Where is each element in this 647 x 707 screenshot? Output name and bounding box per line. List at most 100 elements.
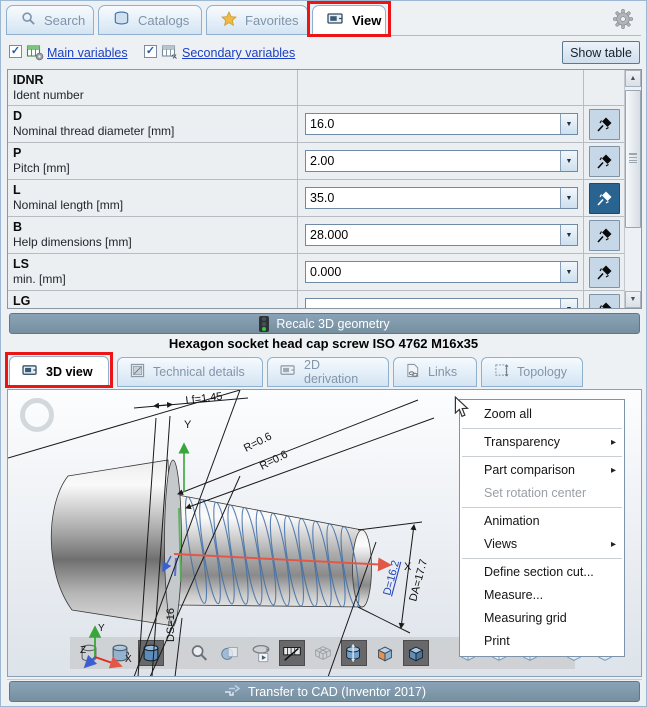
combo-dropdown-icon[interactable]: ▼	[560, 299, 577, 308]
search-icon	[21, 11, 36, 29]
view-icon	[327, 12, 344, 29]
value-combobox-lg[interactable]: ▼	[305, 298, 578, 308]
table-scrollbar[interactable]: ▲ ▼	[624, 70, 641, 308]
var-description: Help dimensions [mm]	[13, 235, 132, 249]
pin-button[interactable]	[588, 256, 620, 288]
3d-view-icon	[22, 364, 38, 380]
scrollbar-thumb[interactable]	[625, 90, 641, 228]
var-description: Nominal thread diameter [mm]	[13, 124, 175, 138]
menu-item-define-section-cut[interactable]: Define section cut...	[460, 561, 624, 584]
value-combobox-ls[interactable]: ▼	[305, 261, 578, 283]
var-description: Ident number	[13, 88, 84, 102]
value-input[interactable]	[306, 114, 560, 134]
topology-tool-icon[interactable]	[403, 640, 429, 666]
shaded-mode-icon[interactable]	[138, 640, 164, 666]
pin-button[interactable]	[588, 108, 620, 140]
value-combobox-d[interactable]: ▼	[305, 113, 578, 135]
tab-view[interactable]: View	[312, 5, 386, 35]
rotation-widget[interactable]	[20, 398, 54, 432]
wireframe-mode-icon[interactable]	[76, 640, 102, 666]
var-name: LS	[13, 257, 29, 271]
scroll-up-icon[interactable]: ▲	[625, 70, 641, 87]
show-table-button[interactable]: Show table	[562, 41, 640, 64]
menu-separator	[462, 558, 622, 559]
catalogs-icon	[113, 11, 130, 30]
menu-item-measure[interactable]: Measure...	[460, 584, 624, 607]
pin-button[interactable]	[588, 182, 620, 214]
menu-item-zoom-all[interactable]: Zoom all	[460, 403, 624, 426]
value-combobox-p[interactable]: ▼	[305, 150, 578, 172]
menu-item-print[interactable]: Print	[460, 630, 624, 653]
dim-label-r2: R=0.6	[258, 449, 290, 473]
tab-3d-view[interactable]: 3D view	[9, 356, 109, 387]
measure-tool-icon[interactable]	[279, 640, 305, 666]
gear-icon[interactable]	[611, 7, 635, 31]
value-input[interactable]	[306, 188, 560, 208]
value-combobox-l[interactable]: ▼	[305, 187, 578, 209]
value-input[interactable]	[306, 151, 560, 171]
var-name: D	[13, 109, 23, 123]
animation-tool-icon[interactable]	[248, 640, 274, 666]
tab-search[interactable]: Search	[6, 5, 94, 35]
combo-dropdown-icon[interactable]: ▼	[560, 225, 577, 245]
var-description: min. [mm]	[13, 272, 66, 286]
menu-item-measuring-grid[interactable]: Measuring grid	[460, 607, 624, 630]
part-title: Hexagon socket head cap screw ISO 4762 M…	[168, 336, 479, 351]
var-name: LG	[13, 294, 31, 308]
measuring-grid-tool-icon[interactable]	[310, 640, 336, 666]
tab-favorites[interactable]: Favorites	[206, 5, 308, 35]
dim-label-d-link[interactable]: D=16.2	[381, 559, 402, 597]
menu-item-animation[interactable]: Animation	[460, 510, 624, 533]
zoom-tool-icon[interactable]	[186, 640, 212, 666]
2d-derivation-icon	[280, 364, 296, 380]
table-row-l: L Nominal length [mm] ▼	[8, 180, 624, 217]
tab-topology[interactable]: Topology	[481, 357, 583, 387]
scroll-down-icon[interactable]: ▼	[625, 291, 641, 308]
submenu-arrow-icon: ▸	[610, 437, 616, 448]
recalc-3d-geometry-button[interactable]: Recalc 3D geometry	[9, 313, 640, 334]
value-combobox-b[interactable]: ▼	[305, 224, 578, 246]
main-variables-checkbox[interactable]: ✓	[9, 45, 22, 58]
value-input[interactable]	[306, 299, 560, 308]
value-input[interactable]	[306, 262, 560, 282]
menu-item-transparency[interactable]: Transparency ▸	[460, 431, 624, 454]
table-row-p: P Pitch [mm] ▼	[8, 143, 624, 180]
combo-dropdown-icon[interactable]: ▼	[560, 151, 577, 171]
tab-technical-details[interactable]: Technical details	[117, 357, 263, 387]
main-variables-link[interactable]: Main variables	[47, 46, 128, 60]
tab-2d-derivation[interactable]: 2D derivation	[267, 357, 389, 387]
mouse-cursor	[453, 395, 471, 421]
table-row-idnr: IDNR Ident number	[8, 70, 624, 106]
combo-dropdown-icon[interactable]: ▼	[560, 262, 577, 282]
pin-button[interactable]	[588, 293, 620, 308]
main-variables-icon	[26, 43, 44, 61]
section-cut-tool-icon[interactable]	[341, 640, 367, 666]
combo-dropdown-icon[interactable]: ▼	[560, 188, 577, 208]
tab-catalogs[interactable]: Catalogs	[98, 5, 202, 35]
menu-item-set-rotation-center: Set rotation center	[484, 486, 587, 500]
var-name: IDNR	[13, 73, 44, 87]
links-icon	[406, 363, 420, 381]
part-comparison-tool-icon[interactable]	[372, 640, 398, 666]
var-description: Nominal length [mm]	[13, 198, 124, 212]
var-name: B	[13, 220, 23, 234]
tab-links[interactable]: Links	[393, 357, 477, 387]
transfer-to-cad-button[interactable]: Transfer to CAD (Inventor 2017)	[9, 681, 640, 702]
menu-separator	[462, 507, 622, 508]
transparency-tool-icon[interactable]	[217, 640, 243, 666]
transfer-icon	[223, 683, 241, 701]
table-row-b: B Help dimensions [mm] ▼	[8, 217, 624, 254]
triad-label-y: Y	[98, 623, 105, 634]
secondary-variables-link[interactable]: Secondary variables	[182, 46, 295, 60]
shaded-edges-mode-icon[interactable]	[107, 640, 133, 666]
menu-item-part-comparison[interactable]: Part comparison ▸	[460, 459, 624, 482]
combo-dropdown-icon[interactable]: ▼	[560, 114, 577, 134]
secondary-variables-checkbox[interactable]: ✓	[144, 45, 157, 58]
pin-button[interactable]	[588, 219, 620, 251]
3d-viewport[interactable]: Lf=1.45 R=0.6 R=0.6 DS=16 D=16.2 DA=17.7…	[7, 389, 642, 677]
tab-baseline	[391, 35, 641, 36]
value-input[interactable]	[306, 225, 560, 245]
menu-item-views[interactable]: Views ▸	[460, 533, 624, 556]
table-row-d: D Nominal thread diameter [mm] ▼	[8, 106, 624, 143]
pin-button[interactable]	[588, 145, 620, 177]
